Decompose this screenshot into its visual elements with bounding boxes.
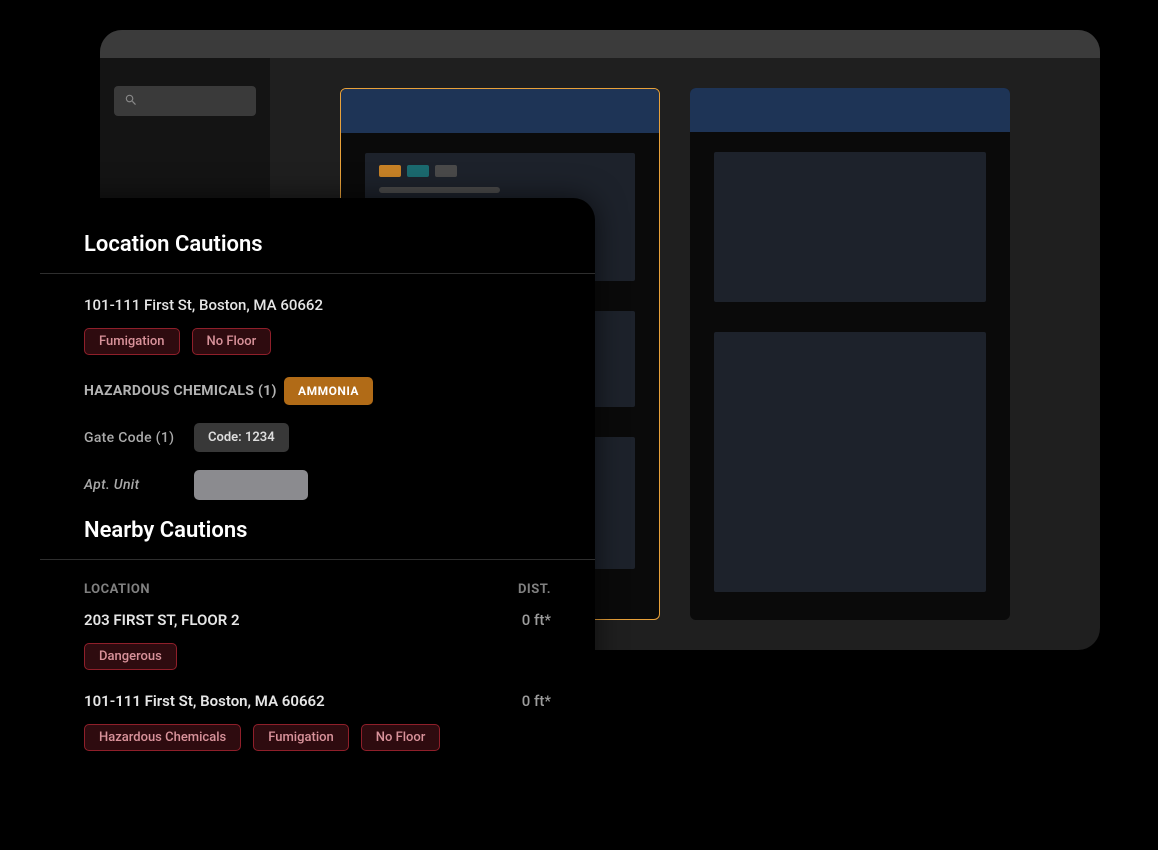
nearby-tags: Hazardous Chemicals Fumigation No Floor xyxy=(84,724,551,751)
caution-tag-fumigation[interactable]: Fumigation xyxy=(84,328,180,355)
nearby-tags: Dangerous xyxy=(84,643,551,670)
hazardous-chemicals-label: HAZARDOUS CHEMICALS (1) xyxy=(84,383,284,399)
incident-card[interactable] xyxy=(690,88,1010,620)
caution-tag-no-floor[interactable]: No Floor xyxy=(361,724,441,751)
search-input[interactable] xyxy=(114,86,256,116)
nearby-table-header: LOCATION DIST. xyxy=(84,582,551,597)
card-section xyxy=(714,152,986,302)
gate-code-value[interactable]: Code: 1234 xyxy=(194,423,289,452)
col-distance: DIST. xyxy=(518,582,551,597)
card-header xyxy=(690,88,1010,132)
caution-tag-no-floor[interactable]: No Floor xyxy=(192,328,272,355)
chemical-tag-ammonia[interactable]: AMMONIA xyxy=(284,377,373,405)
nearby-location-row[interactable]: 101-111 First St, Boston, MA 60662 0 ft* xyxy=(84,692,551,710)
nearby-location: 101-111 First St, Boston, MA 60662 xyxy=(84,692,325,710)
apt-unit-label: Apt. Unit xyxy=(84,477,194,493)
apt-unit-input[interactable] xyxy=(194,470,308,500)
search-icon xyxy=(124,92,138,111)
location-address: 101-111 First St, Boston, MA 60662 xyxy=(84,296,551,314)
skeleton-line xyxy=(379,187,500,193)
col-location: LOCATION xyxy=(84,582,150,597)
gate-code-label: Gate Code (1) xyxy=(84,430,194,446)
caution-tag-hazardous-chemicals[interactable]: Hazardous Chemicals xyxy=(84,724,241,751)
nearby-distance: 0 ft* xyxy=(522,692,551,710)
caution-tag-fumigation[interactable]: Fumigation xyxy=(253,724,349,751)
caution-tags: Fumigation No Floor xyxy=(84,328,551,355)
hazardous-chemicals-row: HAZARDOUS CHEMICALS (1) AMMONIA xyxy=(84,377,551,405)
card-section xyxy=(714,332,986,592)
window-titlebar xyxy=(100,30,1100,58)
nearby-location-row[interactable]: 203 FIRST ST, FLOOR 2 0 ft* xyxy=(84,611,551,629)
location-cautions-title: Location Cautions xyxy=(40,232,595,274)
cautions-panel: Location Cautions 101-111 First St, Bost… xyxy=(40,198,595,813)
gate-code-row: Gate Code (1) Code: 1234 xyxy=(84,423,551,452)
card-header xyxy=(341,89,659,133)
skeleton-tag xyxy=(379,165,401,177)
nearby-distance: 0 ft* xyxy=(522,611,551,629)
skeleton-tag xyxy=(435,165,457,177)
nearby-location: 203 FIRST ST, FLOOR 2 xyxy=(84,611,240,629)
caution-tag-dangerous[interactable]: Dangerous xyxy=(84,643,177,670)
apt-unit-row: Apt. Unit xyxy=(84,470,551,500)
skeleton-tag xyxy=(407,165,429,177)
nearby-cautions-title: Nearby Cautions xyxy=(40,518,595,560)
